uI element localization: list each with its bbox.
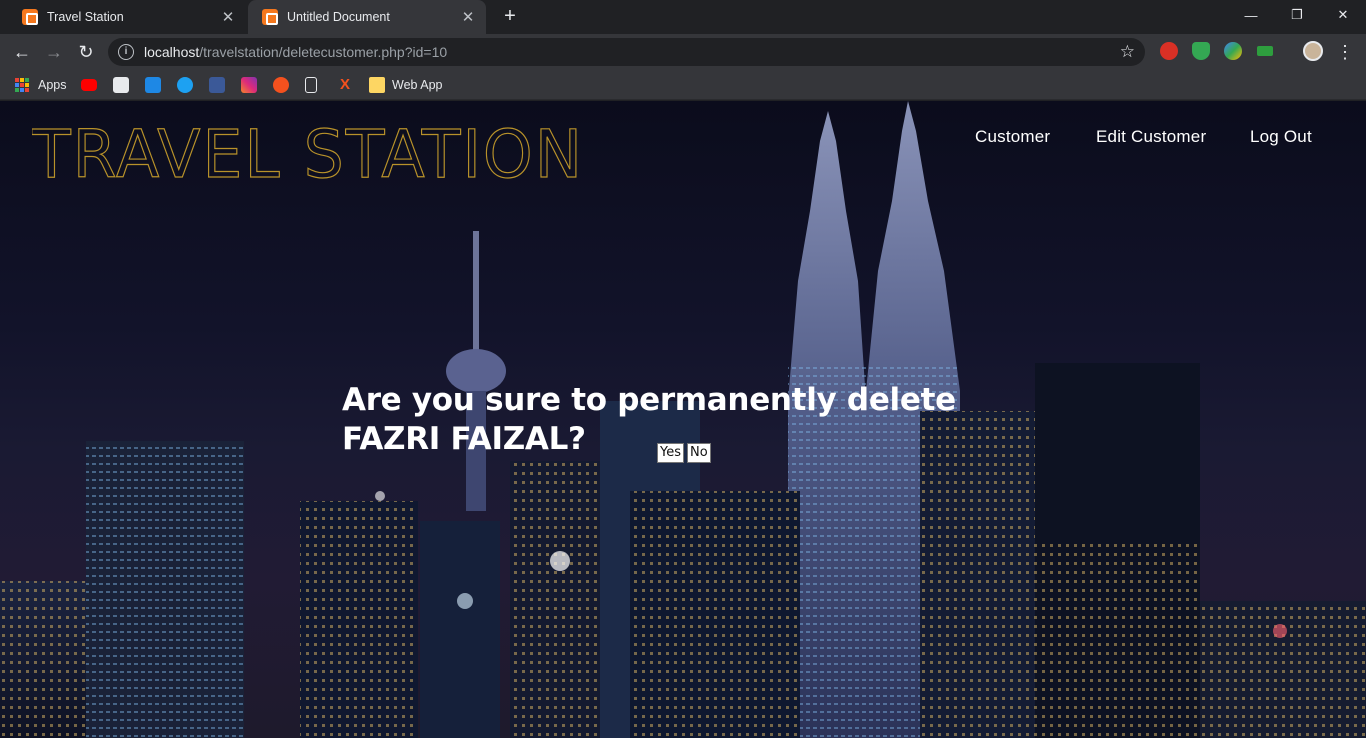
bookmark-instagram[interactable]: [241, 76, 264, 94]
tab-untitled-document[interactable]: Untitled Document ✕: [248, 0, 486, 34]
xampp-favicon-icon: [22, 9, 38, 25]
bookmark-youtube[interactable]: [81, 76, 104, 94]
profile-avatar[interactable]: [1303, 41, 1323, 61]
facebook-icon: [209, 77, 225, 93]
x-icon: X: [339, 76, 350, 93]
tab-title: Travel Station: [47, 10, 124, 24]
green-extension-icon[interactable]: [1257, 46, 1273, 56]
bookmark-twitter[interactable]: [177, 76, 200, 94]
url-path: /travelstation/deletecustomer.php?id=10: [199, 44, 448, 60]
xampp-favicon-icon: [262, 9, 278, 25]
tab-title: Untitled Document: [287, 10, 390, 24]
nav-customer[interactable]: Customer: [975, 127, 1050, 147]
tab-travel-station[interactable]: Travel Station ✕: [8, 0, 246, 34]
globe-extension-icon[interactable]: [1224, 42, 1242, 60]
url-host: localhost: [144, 44, 200, 60]
window-controls: — ❐ ✕: [1228, 0, 1366, 30]
bookmark-apps[interactable]: Apps: [15, 76, 67, 94]
tab-close-icon[interactable]: ✕: [220, 8, 236, 26]
bookmark-icon: [273, 77, 289, 93]
no-button[interactable]: No: [687, 443, 711, 463]
page-viewport: TRAVEL STATION Customer Edit Customer Lo…: [0, 101, 1366, 738]
tab-close-icon[interactable]: ✕: [460, 8, 476, 26]
site-info-icon[interactable]: i: [118, 44, 134, 60]
bookmark-apps-label: Apps: [38, 78, 67, 92]
bookmark-facebook[interactable]: [209, 76, 232, 94]
new-tab-button[interactable]: +: [498, 4, 522, 28]
bookmark-3[interactable]: [145, 76, 168, 94]
page-icon: [305, 77, 317, 93]
adblock-extension-icon[interactable]: [1160, 42, 1178, 60]
twitter-icon: [177, 77, 193, 93]
back-arrow-icon[interactable]: ←: [9, 39, 35, 65]
folder-icon: [369, 77, 385, 93]
logo-text: TRAVEL STATION: [32, 121, 584, 185]
bookmark-web-app-label: Web App: [392, 78, 443, 92]
more-menu-icon[interactable]: ⋮: [1336, 39, 1354, 65]
reload-icon[interactable]: ↻: [73, 39, 99, 65]
bookmark-star-icon[interactable]: ☆: [1120, 42, 1135, 62]
restore-button[interactable]: ❐: [1274, 0, 1320, 30]
youtube-icon: [81, 79, 97, 91]
shield-extension-icon[interactable]: [1192, 42, 1210, 60]
forward-arrow-icon[interactable]: →: [41, 39, 67, 65]
close-window-button[interactable]: ✕: [1320, 0, 1366, 30]
instagram-icon: [241, 77, 257, 93]
bookmark-icon: [145, 77, 161, 93]
nav-log-out[interactable]: Log Out: [1250, 127, 1312, 147]
url-text[interactable]: localhost/travelstation/deletecustomer.p…: [144, 44, 1120, 60]
bookmark-2[interactable]: [113, 76, 136, 94]
nav-edit-customer[interactable]: Edit Customer: [1096, 127, 1206, 147]
browser-title-bar: Travel Station ✕ Untitled Document ✕ + —…: [0, 0, 1366, 34]
address-bar[interactable]: i localhost/travelstation/deletecustomer…: [108, 38, 1145, 66]
yes-button[interactable]: Yes: [657, 443, 684, 463]
bookmarks-bar: Apps X Web App: [0, 70, 1366, 100]
bookmark-9[interactable]: X: [337, 76, 360, 94]
travel-station-logo[interactable]: TRAVEL STATION: [32, 121, 592, 185]
bookmark-8[interactable]: [305, 76, 324, 94]
browser-toolbar: ← → ↻ i localhost/travelstation/deletecu…: [0, 34, 1366, 70]
bookmark-7[interactable]: [273, 76, 296, 94]
bookmark-icon: [113, 77, 129, 93]
bookmark-web-app[interactable]: Web App: [369, 76, 443, 94]
minimize-button[interactable]: —: [1228, 0, 1274, 30]
apps-grid-icon: [15, 78, 29, 92]
